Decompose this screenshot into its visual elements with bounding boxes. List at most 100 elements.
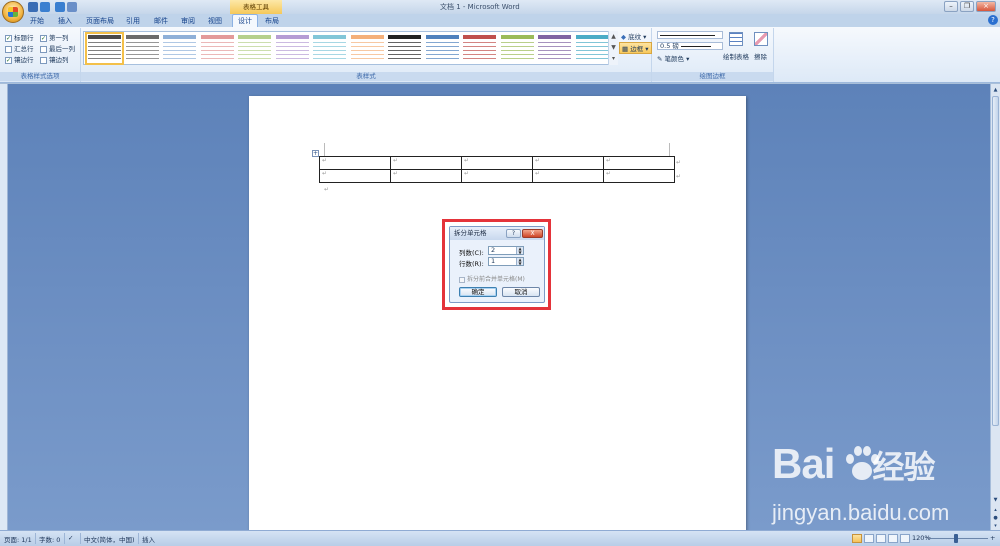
dialog-help-button[interactable]: ? bbox=[506, 229, 521, 238]
borders-icon: ▦ bbox=[622, 45, 629, 53]
scroll-down-icon[interactable]: ▼ bbox=[992, 496, 999, 504]
table-move-handle[interactable]: + bbox=[312, 150, 319, 157]
table-cell[interactable]: ↵ bbox=[390, 156, 462, 170]
print-preview-icon[interactable] bbox=[67, 2, 77, 12]
banded-columns-checkbox[interactable]: 镶边列 bbox=[40, 54, 69, 64]
table-style-tile[interactable] bbox=[85, 32, 124, 65]
tab-mailings[interactable]: 邮件 bbox=[154, 15, 168, 27]
table-style-tile[interactable] bbox=[125, 35, 159, 62]
table-cell[interactable]: ↵ bbox=[532, 156, 604, 170]
tab-review[interactable]: 审阅 bbox=[181, 15, 195, 27]
merge-before-split-checkbox[interactable]: 拆分前合并单元格(M) bbox=[459, 274, 525, 283]
undo-icon[interactable] bbox=[40, 2, 50, 12]
borders-button[interactable]: ▦ 边框 ▾ bbox=[619, 42, 652, 54]
dialog-close-button[interactable]: X bbox=[522, 229, 543, 238]
vertical-scrollbar[interactable]: ▲ ▼ ▴ ● ▾ bbox=[990, 84, 1000, 530]
zoom-in-icon[interactable]: + bbox=[990, 534, 995, 542]
table-cell[interactable]: ↵ bbox=[532, 169, 604, 183]
browse-object-icon[interactable]: ● bbox=[992, 514, 999, 522]
tab-page-layout[interactable]: 页面布局 bbox=[86, 15, 114, 27]
tab-view[interactable]: 视图 bbox=[208, 15, 222, 27]
draw-table-button[interactable]: 绘制表格 bbox=[723, 51, 749, 61]
rows-spinner[interactable]: 1 ▲ ▼ bbox=[488, 257, 524, 266]
banded-rows-checkbox[interactable]: ✓ 镶边行 bbox=[5, 54, 34, 64]
line-style-preview bbox=[660, 34, 715, 36]
close-button[interactable]: × bbox=[976, 1, 996, 12]
table-cell[interactable]: ↵ bbox=[390, 169, 462, 183]
header-row-checkbox[interactable]: ✓ 标题行 bbox=[5, 32, 34, 42]
outline-view-icon[interactable] bbox=[888, 534, 898, 543]
table-cell[interactable]: ↵ bbox=[603, 156, 675, 170]
spinner-arrows-icon[interactable]: ▲ ▼ bbox=[516, 258, 523, 265]
table-style-tile[interactable] bbox=[350, 35, 384, 62]
tab-layout[interactable]: 布局 bbox=[265, 15, 279, 27]
table-style-tile[interactable] bbox=[388, 35, 421, 62]
cancel-button[interactable]: 取消 bbox=[502, 287, 540, 297]
total-row-checkbox[interactable]: 汇总行 bbox=[5, 43, 34, 53]
first-column-checkbox[interactable]: ✓ 第一列 bbox=[40, 32, 69, 42]
insert-mode-indicator[interactable]: 插入 bbox=[142, 534, 155, 544]
office-button[interactable] bbox=[2, 1, 24, 23]
tile-line bbox=[125, 58, 159, 59]
tile-line bbox=[313, 50, 346, 51]
gallery-scroll[interactable]: ▲ ▼ ▾ bbox=[608, 31, 618, 65]
status-separator bbox=[80, 533, 81, 544]
tile-line bbox=[88, 42, 121, 43]
table-style-tile[interactable] bbox=[575, 35, 609, 62]
table-cell[interactable]: ↵ bbox=[603, 169, 675, 183]
restore-button[interactable]: ❐ bbox=[960, 1, 974, 12]
scroll-up-icon[interactable]: ▲ bbox=[992, 86, 999, 94]
tile-line bbox=[350, 50, 384, 51]
web-layout-view-icon[interactable] bbox=[876, 534, 886, 543]
line-style-select[interactable] bbox=[657, 31, 723, 39]
table-cell[interactable]: ↵ bbox=[319, 156, 391, 170]
tile-line bbox=[313, 46, 346, 47]
pen-color-button[interactable]: ✎ 笔颜色 ▾ bbox=[657, 53, 689, 63]
help-icon[interactable]: ? bbox=[988, 15, 998, 25]
table-cell[interactable]: ↵ bbox=[461, 169, 533, 183]
tile-line bbox=[163, 50, 196, 51]
tab-references[interactable]: 引用 bbox=[126, 15, 140, 27]
tile-line bbox=[350, 46, 384, 47]
table-style-tile[interactable] bbox=[200, 35, 234, 62]
table-style-tile[interactable] bbox=[538, 35, 571, 62]
prev-page-icon[interactable]: ▴ bbox=[992, 506, 999, 514]
table-style-tile[interactable] bbox=[425, 35, 459, 62]
tab-design[interactable]: 设计 bbox=[232, 14, 258, 27]
next-page-icon[interactable]: ▾ bbox=[992, 522, 999, 530]
ok-button[interactable]: 确定 bbox=[459, 287, 497, 297]
proofing-icon[interactable]: ✓ bbox=[68, 534, 73, 542]
eraser-button[interactable]: 擦除 bbox=[754, 51, 767, 61]
zoom-slider[interactable] bbox=[930, 538, 988, 539]
tab-home[interactable]: 开始 bbox=[30, 15, 44, 27]
page-count[interactable]: 页面: 1/1 bbox=[4, 534, 32, 544]
full-screen-view-icon[interactable] bbox=[864, 534, 874, 543]
save-icon[interactable] bbox=[28, 2, 38, 12]
language-indicator[interactable]: 中文(简体，中国) bbox=[84, 534, 135, 544]
table-style-tile[interactable] bbox=[163, 35, 196, 62]
zoom-out-icon[interactable]: − bbox=[926, 534, 931, 542]
minimize-button[interactable]: – bbox=[944, 1, 958, 12]
spinner-arrows-icon[interactable]: ▲ ▼ bbox=[516, 247, 523, 254]
table-style-tile[interactable] bbox=[463, 35, 496, 62]
table-cell[interactable]: ↵ bbox=[461, 156, 533, 170]
line-weight-select[interactable]: 0.5 磅 bbox=[657, 42, 723, 50]
draft-view-icon[interactable] bbox=[900, 534, 910, 543]
last-column-checkbox[interactable]: 最后一列 bbox=[40, 43, 75, 53]
scroll-thumb[interactable] bbox=[992, 96, 999, 426]
word-count[interactable]: 字数: 0 bbox=[39, 534, 60, 544]
tile-line bbox=[463, 54, 496, 55]
table-style-tile[interactable] bbox=[238, 35, 271, 62]
document-table[interactable]: ↵ ↵ ↵ ↵ ↵ ↵ ↵ ↵ ↵ ↵ bbox=[319, 156, 675, 183]
table-style-tile[interactable] bbox=[500, 35, 534, 62]
print-layout-view-icon[interactable] bbox=[852, 534, 862, 543]
table-cell[interactable]: ↵ bbox=[319, 169, 391, 183]
table-style-tile[interactable] bbox=[313, 35, 346, 62]
tab-insert[interactable]: 插入 bbox=[58, 15, 72, 27]
shading-button[interactable]: ◆ 底纹 ▾ bbox=[621, 31, 646, 41]
redo-icon[interactable] bbox=[55, 2, 65, 12]
zoom-slider-thumb[interactable] bbox=[954, 534, 958, 543]
columns-spinner[interactable]: 2 ▲ ▼ bbox=[488, 246, 524, 255]
table-style-tile[interactable] bbox=[275, 35, 309, 62]
tile-header bbox=[388, 35, 421, 39]
